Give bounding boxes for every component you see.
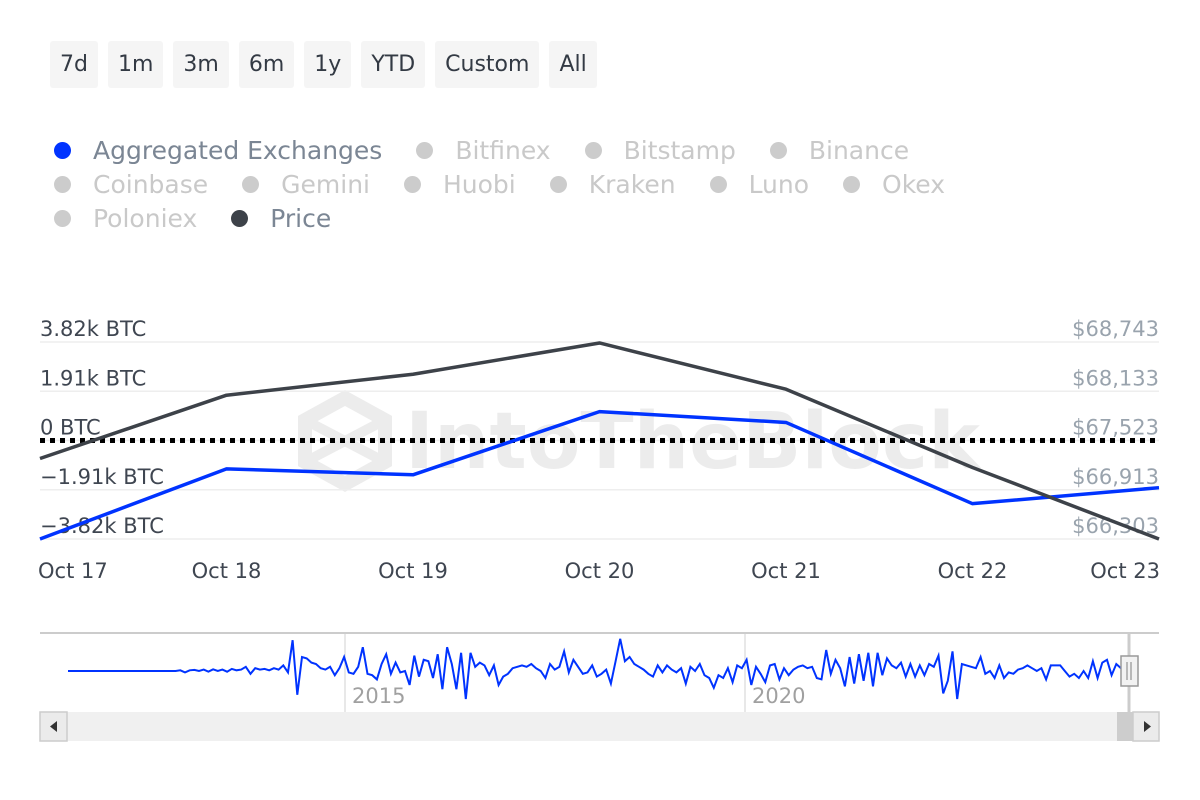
left-axis-tick-label: −1.91k BTC [40, 465, 164, 489]
x-axis-tick-label: Oct 23 [1090, 559, 1160, 583]
right-axis-tick-label: $67,523 [1072, 416, 1159, 440]
left-axis-tick-label: 0 BTC [40, 416, 101, 440]
navigator-handle[interactable] [1120, 655, 1139, 687]
x-axis-tick-label: Oct 18 [192, 559, 262, 583]
navigator-x-label: 2015 [352, 684, 405, 708]
scroll-right-button[interactable] [1132, 711, 1160, 742]
left-axis-tick-label: −3.82k BTC [40, 514, 164, 538]
navigator-series-line [68, 638, 1122, 700]
navigator[interactable]: 2015 2020 [40, 632, 1159, 712]
x-axis-tick-label: Oct 17 [38, 559, 108, 583]
chart-svg: IntoTheBlock 3.82k BTC1.91k BTC0 BTC−1.9… [38, 317, 1160, 742]
left-axis: 3.82k BTC 1.91k BTC 0 BTC −1.91k BTC −3.82k … [40, 317, 164, 538]
left-axis-tick-label: 1.91k BTC [40, 366, 146, 390]
x-axis-tick-label: Oct 19 [378, 559, 448, 583]
x-axis-tick-label: Oct 21 [751, 559, 821, 583]
x-axis: Oct 17 Oct 18 Oct 19 Oct 20 Oct 21 Oct 22 Oct … [38, 559, 1160, 583]
right-axis-tick-label: $66,913 [1072, 465, 1159, 489]
scroll-left-button[interactable] [39, 711, 68, 742]
scrollbar[interactable] [39, 711, 1160, 742]
right-axis-tick-label: $68,743 [1072, 317, 1159, 341]
navigator-x-labels: 2015 2020 [352, 684, 805, 708]
right-axis-tick-label: $68,133 [1072, 366, 1159, 390]
left-axis-tick-label: 3.82k BTC [40, 317, 146, 341]
right-axis: $68,743$68,133$67,523$66,913$66,303 [1072, 317, 1159, 538]
scrollbar-track[interactable] [40, 712, 1159, 741]
x-axis-tick-label: Oct 20 [565, 559, 635, 583]
x-axis-tick-label: Oct 22 [938, 559, 1008, 583]
navigator-x-label: 2020 [752, 684, 805, 708]
scrollbar-thumb[interactable] [1117, 712, 1133, 741]
